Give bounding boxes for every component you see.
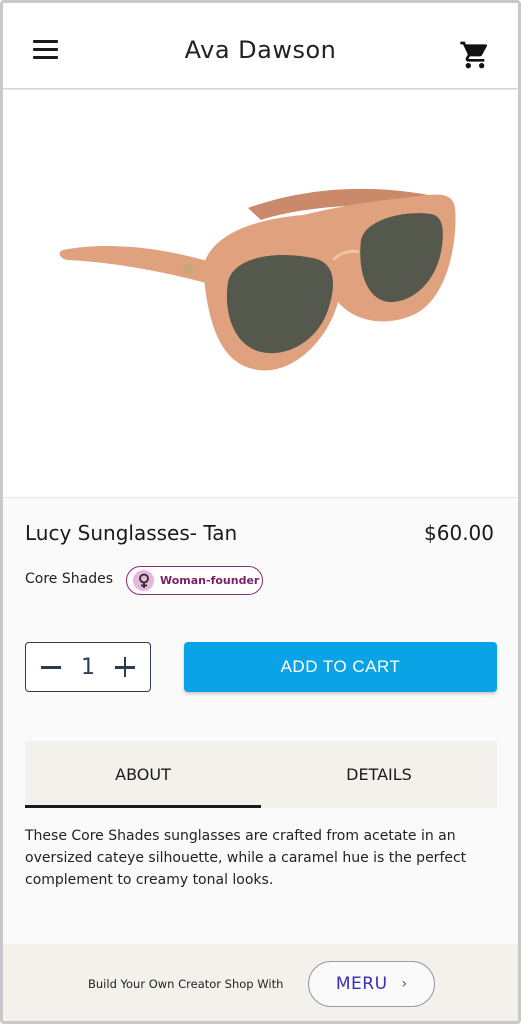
shop-title: Ava Dawson — [184, 36, 337, 64]
chevron-right-icon: › — [401, 976, 408, 992]
temple-arm-near — [59, 245, 221, 286]
add-to-cart-button[interactable]: ADD TO CART — [184, 642, 497, 692]
quantity-stepper: 1 — [25, 642, 151, 692]
minus-icon[interactable] — [40, 656, 62, 678]
female-symbol-icon — [133, 570, 154, 591]
product-price: $60.00 — [424, 521, 494, 545]
woman-founder-badge: Woman-founder — [126, 566, 263, 595]
footer: Build Your Own Creator Shop With MERU › — [3, 944, 518, 1021]
tab-about[interactable]: ABOUT — [25, 741, 261, 808]
product-name: Lucy Sunglasses- Tan — [25, 521, 238, 545]
app-frame: Ava Dawson Lucy Sunglasses- Tan $60.00 C… — [0, 0, 521, 1024]
header-bar: Ava Dawson — [3, 3, 518, 89]
tab-details[interactable]: DETAILS — [261, 741, 497, 808]
brand-name[interactable]: Core Shades — [25, 571, 113, 587]
plus-icon[interactable] — [114, 656, 136, 678]
footer-text: Build Your Own Creator Shop With — [88, 977, 284, 991]
hinge-stud — [183, 264, 193, 274]
meru-label: MERU — [335, 974, 388, 994]
info-tabs: ABOUT DETAILS — [25, 741, 497, 808]
quantity-value: 1 — [81, 654, 95, 680]
product-description: These Core Shades sunglasses are crafted… — [25, 828, 467, 888]
shopping-cart-icon[interactable] — [459, 39, 491, 71]
meru-button[interactable]: MERU › — [308, 961, 435, 1007]
badge-label: Woman-founder — [160, 574, 260, 587]
product-image — [3, 90, 518, 498]
